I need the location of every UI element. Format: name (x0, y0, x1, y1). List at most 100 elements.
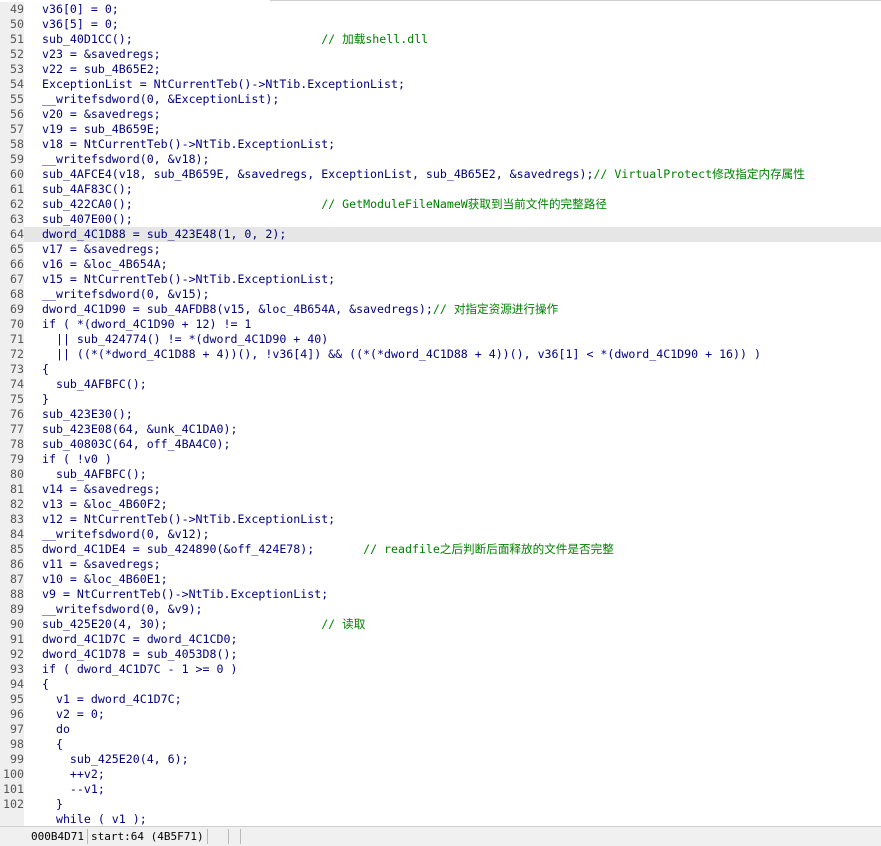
code-statement[interactable]: } (42, 392, 49, 406)
code-text[interactable]: dword_4C1D7C = dword_4C1CD0; (42, 632, 237, 647)
code-statement[interactable]: if ( dword_4C1D7C - 1 >= 0 ) (42, 662, 237, 676)
code-text[interactable]: { (42, 737, 63, 752)
code-line[interactable]: 85 dword_4C1DE4 = sub_424890(&off_424E78)… (0, 542, 881, 557)
code-comment[interactable]: // 对指定资源进行操作 (433, 302, 558, 316)
code-line[interactable]: 81 v14 = &savedregs; (0, 482, 881, 497)
code-statement[interactable]: { (42, 677, 49, 691)
code-statement[interactable]: { (42, 737, 63, 751)
code-line[interactable]: 65 v17 = &savedregs; (0, 242, 881, 257)
code-text[interactable]: ExceptionList = NtCurrentTeb()->NtTib.Ex… (42, 77, 405, 92)
code-statement[interactable]: v13 = &loc_4B60F2; (42, 497, 168, 511)
code-text[interactable]: sub_40803C(64, off_4BA4C0); (42, 437, 230, 452)
code-line[interactable]: 92 dword_4C1D78 = sub_4053D8(); (0, 647, 881, 662)
code-statement[interactable]: dword_4C1D7C = dword_4C1CD0; (42, 632, 237, 646)
code-line[interactable]: 59 __writefsdword(0, &v18); (0, 152, 881, 167)
code-line[interactable]: 80 sub_4AFBFC(); (0, 467, 881, 482)
code-line[interactable]: 94 { (0, 677, 881, 692)
code-statement[interactable]: while ( v1 ); (42, 812, 147, 826)
code-statement[interactable]: sub_4AFBFC(); (42, 377, 147, 391)
code-statement[interactable]: v20 = &savedregs; (42, 107, 161, 121)
code-statement[interactable]: --v1; (42, 782, 105, 796)
code-comment[interactable]: // 读取 (321, 617, 365, 631)
code-text[interactable]: __writefsdword(0, &v12); (42, 527, 210, 542)
code-statement[interactable]: v15 = NtCurrentTeb()->NtTib.ExceptionLis… (42, 272, 335, 286)
code-text[interactable]: sub_4AF83C(); (42, 182, 133, 197)
code-text[interactable]: v1 = dword_4C1D7C; (42, 692, 182, 707)
code-statement[interactable]: sub_40D1CC(); (42, 32, 321, 46)
code-statement[interactable]: v9 = NtCurrentTeb()->NtTib.ExceptionList… (42, 587, 328, 601)
code-text[interactable]: v22 = sub_4B65E2; (42, 62, 161, 77)
code-comment[interactable]: // GetModuleFileNameW获取到当前文件的完整路径 (321, 197, 607, 211)
code-line[interactable]: 76 sub_423E30(); (0, 407, 881, 422)
code-statement[interactable]: v11 = &savedregs; (42, 557, 161, 571)
code-text[interactable]: dword_4C1D90 = sub_4AFDB8(v15, &loc_4B65… (42, 302, 558, 317)
code-statement[interactable]: if ( !v0 ) (42, 452, 112, 466)
code-comment[interactable]: // readfile之后判断后面释放的文件是否完整 (363, 542, 614, 556)
code-statement[interactable]: v10 = &loc_4B60E1; (42, 572, 168, 586)
code-statement[interactable]: || ((*(*dword_4C1D88 + 4))(), !v36[4]) &… (42, 347, 761, 361)
code-line[interactable]: 96 v2 = 0; (0, 707, 881, 722)
code-text[interactable]: sub_425E20(4, 6); (42, 752, 189, 767)
code-text[interactable]: v13 = &loc_4B60F2; (42, 497, 168, 512)
code-statement[interactable]: ExceptionList = NtCurrentTeb()->NtTib.Ex… (42, 77, 405, 91)
code-text[interactable]: __writefsdword(0, &v18); (42, 152, 210, 167)
code-line[interactable]: 82 v13 = &loc_4B60F2; (0, 497, 881, 512)
code-text[interactable]: { (42, 677, 49, 692)
code-line[interactable]: 73 { (0, 362, 881, 377)
code-statement[interactable]: sub_4AFCE4(v18, sub_4B659E, &savedregs, … (42, 167, 593, 181)
code-statement[interactable]: __writefsdword(0, &v15); (42, 287, 210, 301)
code-line[interactable]: 72 || ((*(*dword_4C1D88 + 4))(), !v36[4]… (0, 347, 881, 362)
code-statement[interactable]: __writefsdword(0, &ExceptionList); (42, 92, 279, 106)
code-statement[interactable]: sub_423E08(64, &unk_4C1DA0); (42, 422, 237, 436)
code-line[interactable]: 51 sub_40D1CC(); // 加载shell.dll (0, 32, 881, 47)
code-statement[interactable]: v36[5] = 0; (42, 17, 119, 31)
code-line[interactable]: 88 v9 = NtCurrentTeb()->NtTib.ExceptionLi… (0, 587, 881, 602)
code-line[interactable]: 70 if ( *(dword_4C1D90 + 12) != 1 (0, 317, 881, 332)
code-statement[interactable]: sub_425E20(4, 30); (42, 617, 321, 631)
code-text[interactable]: v11 = &savedregs; (42, 557, 161, 572)
code-line[interactable]: 69 dword_4C1D90 = sub_4AFDB8(v15, &loc_4B… (0, 302, 881, 317)
code-line[interactable]: 66 v16 = &loc_4B654A; (0, 257, 881, 272)
code-text[interactable]: v2 = 0; (42, 707, 105, 722)
code-text[interactable]: v15 = NtCurrentTeb()->NtTib.ExceptionLis… (42, 272, 335, 287)
code-line[interactable]: 50 v36[5] = 0; (0, 17, 881, 32)
code-text[interactable]: v36[0] = 0; (42, 2, 119, 17)
code-text[interactable]: } (42, 392, 49, 407)
code-text[interactable]: if ( dword_4C1D7C - 1 >= 0 ) (42, 662, 237, 677)
code-statement[interactable]: sub_425E20(4, 6); (42, 752, 189, 766)
code-line[interactable]: 101 --v1; (0, 782, 881, 797)
code-statement[interactable]: if ( *(dword_4C1D90 + 12) != 1 (42, 317, 251, 331)
code-text[interactable]: sub_4AFCE4(v18, sub_4B659E, &savedregs, … (42, 167, 805, 182)
code-statement[interactable]: sub_422CA0(); (42, 197, 321, 211)
code-line[interactable]: 89 __writefsdword(0, &v9); (0, 602, 881, 617)
code-text[interactable]: v12 = NtCurrentTeb()->NtTib.ExceptionLis… (42, 512, 335, 527)
code-line[interactable]: 77 sub_423E08(64, &unk_4C1DA0); (0, 422, 881, 437)
code-line[interactable]: 78 sub_40803C(64, off_4BA4C0); (0, 437, 881, 452)
code-text[interactable]: v14 = &savedregs; (42, 482, 161, 497)
pseudocode-view[interactable]: 49 v36[0] = 0; 50 v36[5] = 0; 51 sub_40D1CC()… (0, 2, 881, 827)
code-statement[interactable]: v14 = &savedregs; (42, 482, 161, 496)
code-text[interactable]: sub_407E00(); (42, 212, 133, 227)
code-statement[interactable]: dword_4C1D88 = sub_423E48(1, 0, 2); (42, 227, 286, 241)
code-text[interactable]: __writefsdword(0, &v9); (42, 602, 203, 617)
code-text[interactable]: { (42, 362, 49, 377)
code-text[interactable]: v17 = &savedregs; (42, 242, 161, 257)
code-line[interactable]: 98 { (0, 737, 881, 752)
code-line[interactable]: 97 do (0, 722, 881, 737)
code-statement[interactable]: do (42, 722, 70, 736)
code-text[interactable]: sub_4AFBFC(); (42, 377, 147, 392)
code-text[interactable]: || ((*(*dword_4C1D88 + 4))(), !v36[4]) &… (42, 347, 761, 362)
code-comment[interactable]: // 加载shell.dll (321, 32, 428, 46)
code-text[interactable]: if ( *(dword_4C1D90 + 12) != 1 (42, 317, 251, 332)
code-statement[interactable]: __writefsdword(0, &v18); (42, 152, 210, 166)
code-text[interactable]: __writefsdword(0, &ExceptionList); (42, 92, 279, 107)
code-line[interactable]: 90 sub_425E20(4, 30); // 读取 (0, 617, 881, 632)
code-line[interactable]: 99 sub_425E20(4, 6); (0, 752, 881, 767)
code-line[interactable]: 75} (0, 392, 881, 407)
code-text[interactable]: v23 = &savedregs; (42, 47, 161, 62)
code-statement[interactable]: { (42, 362, 49, 376)
code-statement[interactable]: sub_4AF83C(); (42, 182, 133, 196)
code-text[interactable]: if ( !v0 ) (42, 452, 112, 467)
code-text[interactable]: dword_4C1D78 = sub_4053D8(); (42, 647, 237, 662)
code-statement[interactable]: sub_4AFBFC(); (42, 467, 147, 481)
